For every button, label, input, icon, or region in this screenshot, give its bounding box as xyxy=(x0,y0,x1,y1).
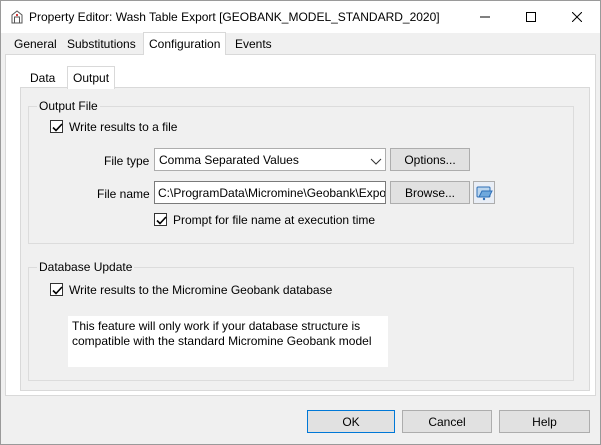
file-type-select[interactable]: Comma Separated Values xyxy=(154,148,386,171)
write-to-db-label[interactable]: Write results to the Micromine Geobank d… xyxy=(69,283,332,297)
open-file-button[interactable] xyxy=(473,181,495,204)
file-name-value: C:\ProgramData\Micromine\Geobank\Expo xyxy=(158,186,386,200)
tab-substitutions[interactable]: Substitutions xyxy=(62,34,141,54)
write-to-file-checkbox[interactable] xyxy=(50,120,63,133)
options-button[interactable]: Options... xyxy=(390,148,470,171)
note-line-2: compatible with the standard Micromine G… xyxy=(72,334,372,348)
cancel-button[interactable]: Cancel xyxy=(402,410,492,433)
chevron-down-icon xyxy=(370,155,382,169)
title-bar[interactable]: Property Editor: Wash Table Export [GEOB… xyxy=(1,1,600,33)
help-button[interactable]: Help xyxy=(499,410,590,433)
tab-general[interactable]: General xyxy=(9,34,62,54)
database-update-group-label: Database Update xyxy=(37,260,135,274)
window-title: Property Editor: Wash Table Export [GEOB… xyxy=(29,10,440,24)
property-editor-window: Property Editor: Wash Table Export [GEOB… xyxy=(0,0,601,445)
maximize-button[interactable] xyxy=(508,1,554,33)
subtab-output[interactable]: Output xyxy=(67,66,116,89)
file-name-input[interactable]: C:\ProgramData\Micromine\Geobank\Expo xyxy=(154,181,386,204)
prompt-checkbox[interactable] xyxy=(154,213,167,226)
close-icon xyxy=(572,12,582,22)
checkmark-icon xyxy=(156,216,167,225)
file-name-label: File name xyxy=(97,187,150,201)
file-type-value: Comma Separated Values xyxy=(159,153,299,167)
tab-events[interactable]: Events xyxy=(230,34,277,54)
file-type-label: File type xyxy=(104,154,150,168)
open-folder-icon xyxy=(476,186,493,201)
note-line-1: This feature will only work if your data… xyxy=(72,319,361,333)
write-to-file-label[interactable]: Write results to a file xyxy=(69,120,177,134)
minimize-button[interactable] xyxy=(462,1,508,33)
property-editor-icon xyxy=(9,9,25,25)
compatibility-note: This feature will only work if your data… xyxy=(68,316,388,367)
checkmark-icon xyxy=(52,123,63,132)
subtab-data[interactable]: Data xyxy=(25,68,60,88)
output-file-group-label: Output File xyxy=(37,99,100,113)
tab-configuration[interactable]: Configuration xyxy=(143,32,227,55)
checkmark-icon xyxy=(52,286,63,295)
ok-button[interactable]: OK xyxy=(307,410,395,433)
close-button[interactable] xyxy=(554,1,600,33)
write-to-db-checkbox[interactable] xyxy=(50,283,63,296)
prompt-label[interactable]: Prompt for file name at execution time xyxy=(173,213,375,227)
browse-button[interactable]: Browse... xyxy=(390,181,470,204)
